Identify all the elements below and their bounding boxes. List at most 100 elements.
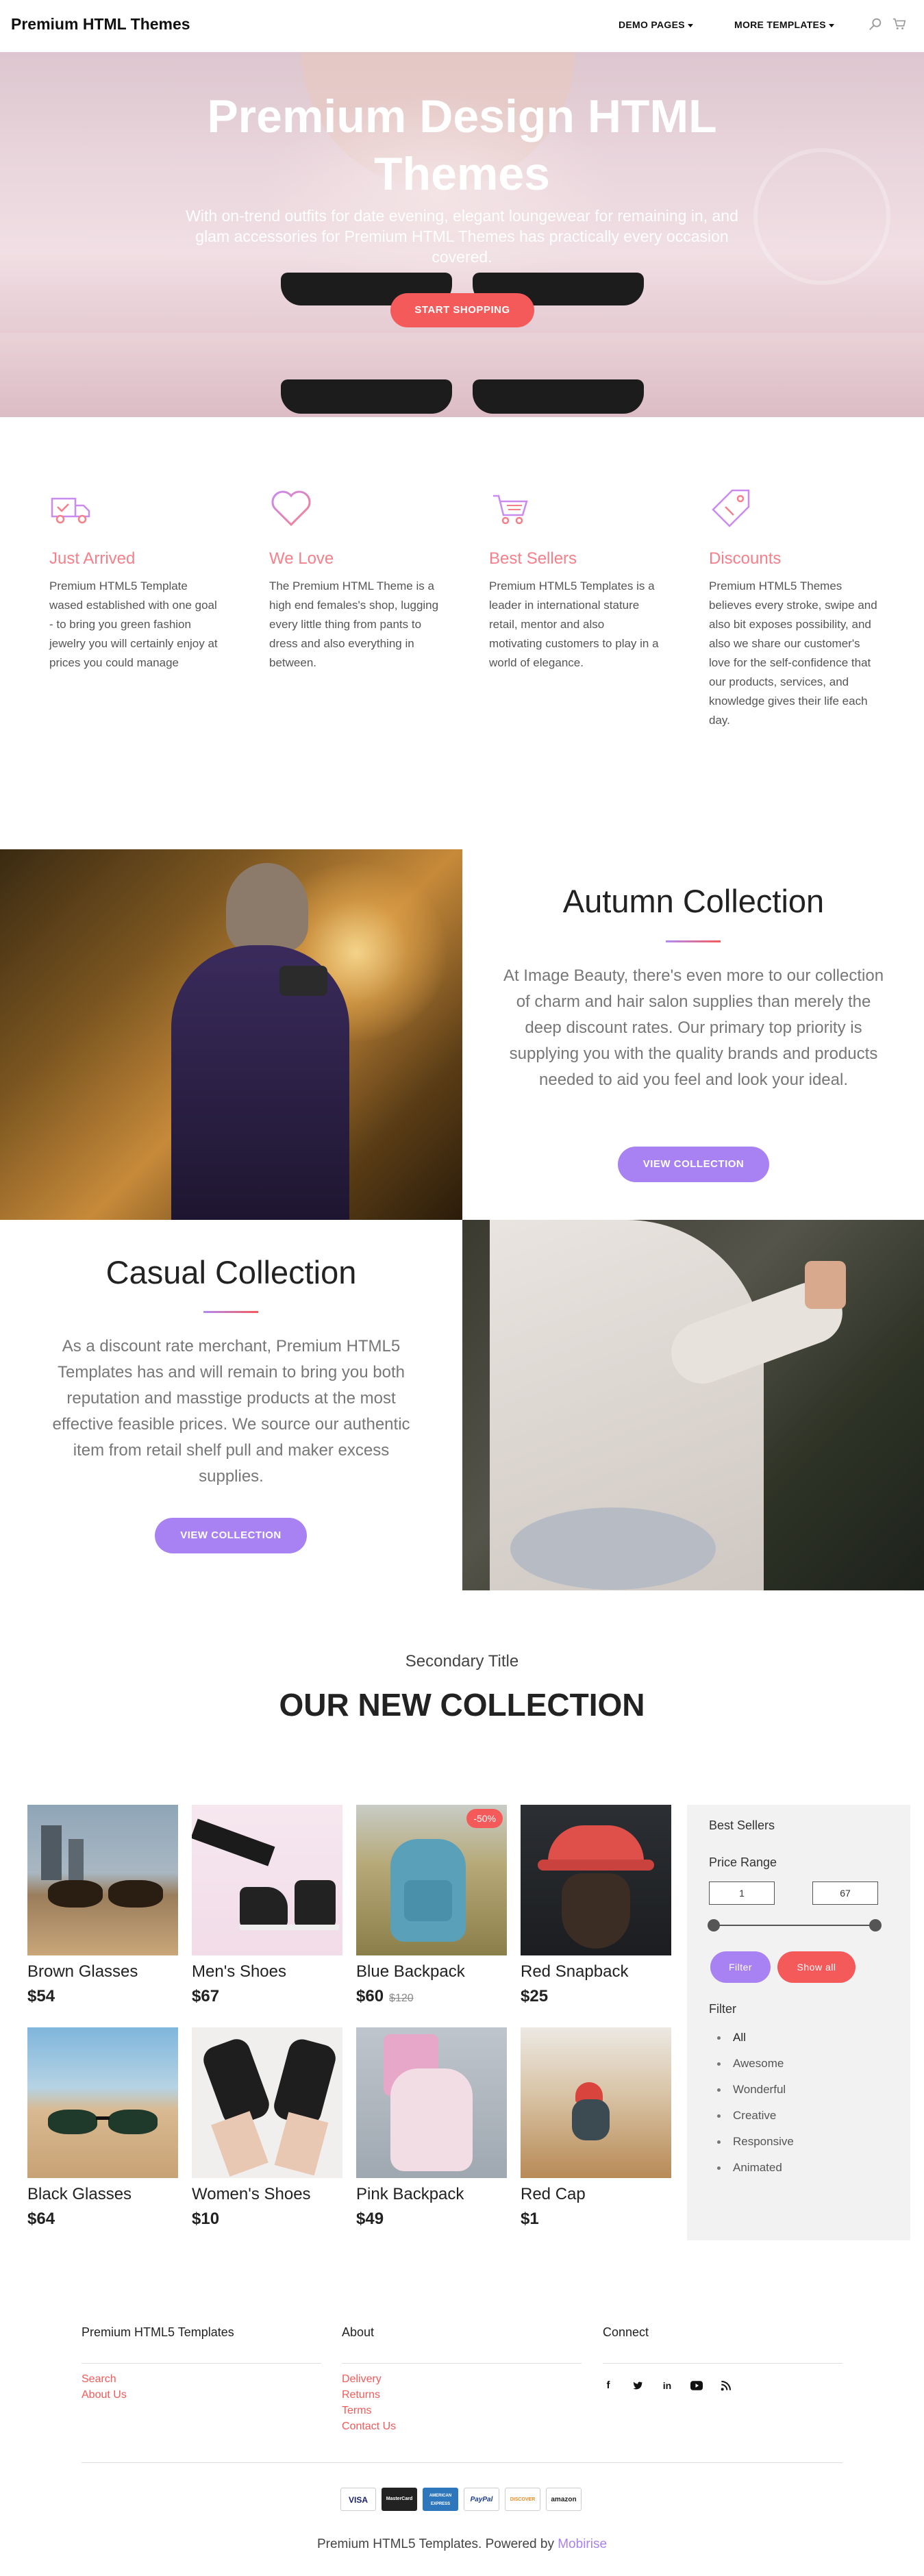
old-price: $120 bbox=[389, 1992, 414, 2004]
product-name[interactable]: Blue Backpack bbox=[356, 1962, 507, 1981]
product-price: $64 bbox=[27, 2210, 178, 2229]
product-image[interactable] bbox=[356, 2027, 507, 2178]
price-value: $67 bbox=[192, 1987, 220, 2005]
product-image[interactable]: -50% bbox=[356, 1805, 507, 1955]
nav-more-templates[interactable]: MORE TEMPLATES bbox=[734, 19, 834, 30]
filter-item-awesome[interactable]: Awesome bbox=[717, 2057, 784, 2071]
filter-item-label: Wonderful bbox=[733, 2083, 786, 2096]
hero-sunglasses-lens bbox=[281, 379, 452, 414]
filter-item-responsive[interactable]: Responsive bbox=[717, 2135, 794, 2149]
filter-item-all[interactable]: All bbox=[717, 2031, 746, 2044]
feature-text: The Premium HTML Theme is a high end fem… bbox=[269, 579, 439, 669]
footer-divider bbox=[342, 2363, 582, 2364]
product-image[interactable] bbox=[521, 2027, 671, 2178]
feature-title: Just Arrived bbox=[49, 549, 136, 568]
filter-button[interactable]: Filter bbox=[710, 1951, 771, 1983]
footer-link-terms[interactable]: Terms bbox=[342, 2405, 372, 2417]
price-slider-min-handle[interactable] bbox=[708, 1919, 720, 1931]
twitter-icon[interactable] bbox=[630, 2378, 645, 2393]
title-underline bbox=[666, 940, 721, 942]
footer-divider bbox=[603, 2363, 842, 2364]
product-card[interactable]: Red Snapback $25 bbox=[521, 1805, 671, 2006]
autumn-collection-title: Autumn Collection bbox=[562, 883, 825, 919]
filter-item-label: Awesome bbox=[733, 2057, 784, 2070]
shop-sidebar: Best Sellers Price Range 1 67 Filter Sho… bbox=[687, 1805, 910, 2240]
cart-icon bbox=[493, 495, 528, 525]
price-value: $64 bbox=[27, 2210, 55, 2228]
product-card[interactable]: Pink Backpack $49 bbox=[356, 2027, 507, 2229]
rss-icon[interactable] bbox=[719, 2378, 734, 2393]
product-image[interactable] bbox=[27, 1805, 178, 1955]
product-name[interactable]: Brown Glasses bbox=[27, 1962, 178, 1981]
product-card[interactable]: Brown Glasses $54 bbox=[27, 1805, 178, 2006]
filter-item-label: Responsive bbox=[733, 2135, 794, 2148]
hero-section: Premium Design HTML Themes With on-trend… bbox=[0, 52, 924, 417]
show-all-button[interactable]: Show all bbox=[777, 1951, 856, 1983]
footer-link-returns[interactable]: Returns bbox=[342, 2389, 380, 2401]
product-card[interactable]: Men's Shoes $67 bbox=[192, 1805, 342, 2006]
feature-title: Discounts bbox=[709, 549, 782, 568]
footer-divider bbox=[82, 2363, 321, 2364]
feature-text: Premium HTML5 Themes believes every stro… bbox=[709, 579, 877, 727]
footer-link-search[interactable]: Search bbox=[82, 2373, 116, 2386]
paypal-icon: PayPal bbox=[464, 2488, 499, 2511]
filter-item-creative[interactable]: Creative bbox=[717, 2109, 776, 2123]
product-image[interactable] bbox=[192, 1805, 342, 1955]
filter-item-wonderful[interactable]: Wonderful bbox=[717, 2083, 786, 2097]
hero-background-band bbox=[0, 333, 924, 417]
mobirise-link[interactable]: Mobirise bbox=[558, 2537, 607, 2551]
hero-sunglasses-lens bbox=[473, 379, 644, 414]
price-value: $54 bbox=[27, 1987, 55, 2005]
casual-collection-photo bbox=[462, 1220, 924, 1590]
best-sellers-link[interactable]: Best Sellers bbox=[709, 1818, 775, 1833]
product-image[interactable] bbox=[27, 2027, 178, 2178]
facebook-icon[interactable]: f bbox=[601, 2378, 616, 2393]
feature-card: Discounts Premium HTML5 Themes believes … bbox=[709, 486, 880, 730]
search-icon[interactable] bbox=[868, 16, 883, 32]
price-max-input[interactable]: 67 bbox=[812, 1881, 878, 1905]
price-slider-max-handle[interactable] bbox=[869, 1919, 882, 1931]
delivery-truck-icon bbox=[51, 497, 90, 524]
youtube-icon[interactable] bbox=[689, 2378, 704, 2393]
price-value: $49 bbox=[356, 2210, 384, 2228]
collection-title: OUR NEW COLLECTION bbox=[279, 1687, 645, 1723]
cart-icon[interactable] bbox=[892, 16, 907, 32]
product-name[interactable]: Pink Backpack bbox=[356, 2185, 507, 2204]
product-card[interactable]: -50% Blue Backpack $60 $120 bbox=[356, 1805, 507, 2006]
product-name[interactable]: Men's Shoes bbox=[192, 1962, 342, 1981]
discover-icon: DISCOVER bbox=[505, 2488, 540, 2511]
product-name[interactable]: Red Cap bbox=[521, 2185, 671, 2204]
product-card[interactable]: Black Glasses $64 bbox=[27, 2027, 178, 2229]
price-min-input[interactable]: 1 bbox=[709, 1881, 775, 1905]
product-price: $10 bbox=[192, 2210, 342, 2229]
product-price: $1 bbox=[521, 2210, 671, 2229]
filter-item-animated[interactable]: Animated bbox=[717, 2161, 782, 2175]
product-name[interactable]: Black Glasses bbox=[27, 2185, 178, 2204]
feature-title: We Love bbox=[269, 549, 334, 568]
product-image[interactable] bbox=[521, 1805, 671, 1955]
start-shopping-button[interactable]: START SHOPPING bbox=[390, 293, 534, 327]
visa-icon: VISA bbox=[340, 2488, 376, 2511]
view-collection-button[interactable]: VIEW COLLECTION bbox=[155, 1518, 307, 1553]
filter-item-label: Animated bbox=[733, 2161, 782, 2174]
amex-icon: AMERICAN EXPRESS bbox=[423, 2488, 458, 2511]
footer-link-contact-us[interactable]: Contact Us bbox=[342, 2421, 396, 2433]
nav-demo-pages[interactable]: DEMO PAGES bbox=[619, 19, 693, 30]
footer-link-about-us[interactable]: About Us bbox=[82, 2389, 127, 2401]
view-collection-button[interactable]: VIEW COLLECTION bbox=[618, 1147, 769, 1182]
feature-card: We Love The Premium HTML Theme is a high… bbox=[269, 486, 440, 673]
product-image[interactable] bbox=[192, 2027, 342, 2178]
product-name[interactable]: Red Snapback bbox=[521, 1962, 671, 1981]
navbar: Premium HTML Themes DEMO PAGES MORE TEMP… bbox=[0, 0, 924, 52]
product-card[interactable]: Women's Shoes $10 bbox=[192, 2027, 342, 2229]
product-name[interactable]: Women's Shoes bbox=[192, 2185, 342, 2204]
hero-title: Premium Design HTML Themes bbox=[207, 90, 717, 200]
brand-logo[interactable]: Premium HTML Themes bbox=[11, 15, 190, 34]
discount-badge: -50% bbox=[466, 1809, 503, 1828]
feature-text: Premium HTML5 Template wased established… bbox=[49, 579, 218, 669]
linkedin-icon[interactable]: in bbox=[660, 2378, 675, 2393]
autumn-collection-text: At Image Beauty, there's even more to ou… bbox=[503, 966, 884, 1089]
feature-text: Premium HTML5 Templates is a leader in i… bbox=[489, 579, 659, 669]
footer-link-delivery[interactable]: Delivery bbox=[342, 2373, 382, 2386]
product-card[interactable]: Red Cap $1 bbox=[521, 2027, 671, 2229]
